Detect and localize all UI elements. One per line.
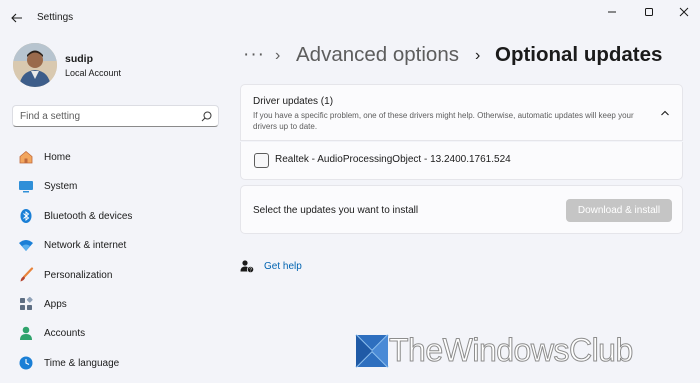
install-prompt: Select the updates you want to install xyxy=(253,205,419,216)
maximize-icon[interactable] xyxy=(638,5,660,19)
apps-grid-icon xyxy=(20,296,33,310)
sidebar-item-label: Time & language xyxy=(44,357,120,369)
user-name: sudip xyxy=(65,53,93,65)
close-icon[interactable] xyxy=(673,5,695,19)
person-icon xyxy=(20,327,32,341)
help-person-icon: ? xyxy=(240,260,254,273)
search-input[interactable] xyxy=(20,110,190,123)
driver-updates-title: Driver updates (1) xyxy=(253,96,334,107)
watermark-text: TheWindowsClub xyxy=(389,332,634,369)
sidebar-item-label: Home xyxy=(44,152,71,163)
home-icon xyxy=(19,150,33,164)
breadcrumb-overflow-button[interactable]: ··· xyxy=(243,44,265,66)
avatar xyxy=(13,43,57,87)
title-bar: Settings xyxy=(0,0,700,34)
sidebar-nav: Home System Bluetooth & devices Network … xyxy=(12,143,222,378)
install-panel: Select the updates you want to install D… xyxy=(240,185,683,234)
sidebar-item-system[interactable]: System xyxy=(12,172,222,201)
sidebar-item-personalization[interactable]: Personalization xyxy=(12,261,222,290)
driver-item-row[interactable]: Realtek - AudioProcessingObject - 13.240… xyxy=(240,142,683,180)
minimize-icon[interactable] xyxy=(601,5,623,19)
sidebar-item-apps[interactable]: Apps xyxy=(12,290,222,319)
chevron-right-icon: › xyxy=(275,47,281,64)
watermark: TheWindowsClub xyxy=(355,328,690,374)
chevron-up-icon[interactable] xyxy=(659,107,671,119)
sidebar-item-label: Network & internet xyxy=(44,240,127,252)
system-monitor-icon xyxy=(19,181,33,193)
app-title: Settings xyxy=(37,12,74,23)
sidebar-item-home[interactable]: Home xyxy=(12,143,222,172)
account-type: Local Account xyxy=(65,68,122,78)
sidebar-item-label: Apps xyxy=(44,298,67,310)
arrow-left-icon[interactable] xyxy=(9,10,25,26)
bluetooth-icon xyxy=(20,208,32,223)
sidebar-item-time-language[interactable]: Time & language xyxy=(12,349,222,378)
driver-updates-expander[interactable]: Driver updates (1) If you have a specifi… xyxy=(240,84,683,141)
sidebar-item-bluetooth[interactable]: Bluetooth & devices xyxy=(12,202,222,231)
sidebar-item-label: System xyxy=(44,181,78,193)
download-install-button[interactable]: Download & install xyxy=(566,199,672,222)
search-icon[interactable] xyxy=(201,111,212,122)
driver-checkbox[interactable] xyxy=(254,153,269,168)
driver-name: Realtek - AudioProcessingObject - 13.240… xyxy=(275,154,511,165)
get-help-link[interactable]: Get help xyxy=(264,261,302,272)
user-profile[interactable]: sudip Local Account xyxy=(13,43,223,87)
search-box[interactable] xyxy=(12,105,219,127)
sidebar-item-accounts[interactable]: Accounts xyxy=(12,319,222,348)
sidebar-item-label: Personalization xyxy=(44,269,113,281)
svg-text:?: ? xyxy=(249,267,252,273)
sidebar-item-network[interactable]: Network & internet xyxy=(12,231,222,260)
breadcrumb-advanced-options[interactable]: Advanced options xyxy=(296,43,459,67)
sidebar-item-label: Accounts xyxy=(44,328,86,340)
wifi-icon xyxy=(19,240,33,252)
chevron-right-icon: › xyxy=(475,47,481,64)
clock-globe-icon xyxy=(19,356,33,370)
paintbrush-icon xyxy=(20,266,34,282)
watermark-logo-icon xyxy=(355,334,389,368)
page-title: Optional updates xyxy=(495,43,663,66)
sidebar-item-label: Bluetooth & devices xyxy=(44,210,133,222)
driver-updates-description: If you have a specific problem, one of t… xyxy=(253,111,634,131)
